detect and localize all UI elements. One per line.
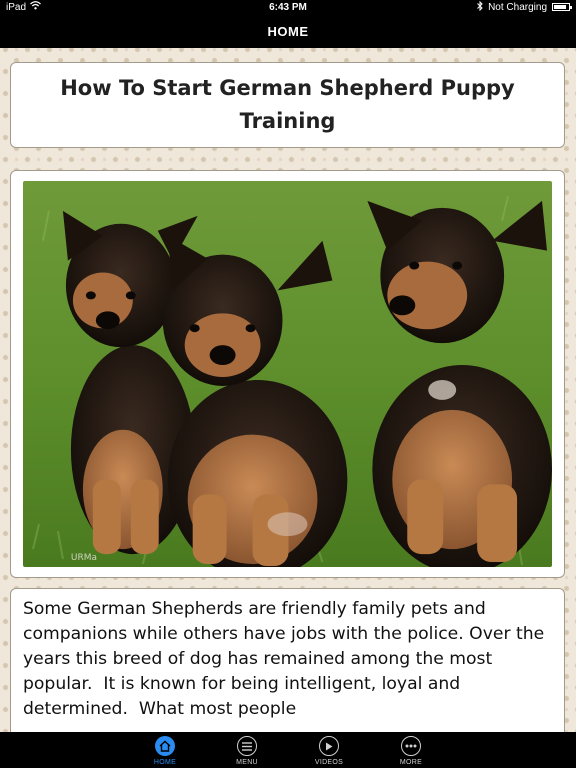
tab-videos-label: VIDEOS: [314, 759, 344, 766]
wifi-icon: [30, 1, 41, 13]
puppies-photo: URMa: [23, 181, 552, 567]
bluetooth-icon: [477, 0, 483, 14]
tab-menu[interactable]: MENU: [206, 732, 288, 768]
tab-videos[interactable]: VIDEOS: [288, 732, 370, 768]
article-title: How To Start German Shepherd Puppy Train…: [60, 76, 515, 133]
battery-fill: [554, 5, 566, 9]
article-body: Some German Shepherds are friendly famil…: [23, 599, 550, 719]
title-card: How To Start German Shepherd Puppy Train…: [10, 62, 565, 148]
device-name: iPad: [6, 1, 27, 13]
battery-status: Not Charging: [488, 1, 547, 13]
tab-home-label: HOME: [153, 759, 177, 766]
play-icon: [319, 736, 339, 756]
tab-more-label: MORE: [399, 759, 423, 766]
status-right: Not Charging: [370, 0, 572, 14]
tab-more[interactable]: MORE: [370, 732, 452, 768]
tab-bar: HOME MENU VIDEOS MORE: [0, 732, 576, 768]
photo-watermark: URMa: [71, 553, 97, 563]
tab-home[interactable]: HOME: [124, 732, 206, 768]
clock: 6:43 PM: [269, 1, 307, 13]
nav-bar: HOME: [0, 14, 576, 48]
photo-card: URMa: [10, 170, 565, 578]
status-left: iPad: [6, 1, 206, 13]
menu-icon: [237, 736, 257, 756]
battery-icon: [552, 3, 572, 11]
home-icon: [155, 736, 175, 756]
nav-title: HOME: [267, 23, 309, 39]
more-icon: [401, 736, 421, 756]
status-bar: iPad 6:43 PM Not Charging: [0, 0, 576, 14]
tab-menu-label: MENU: [236, 759, 258, 766]
puppies-illustration: URMa: [23, 181, 552, 567]
